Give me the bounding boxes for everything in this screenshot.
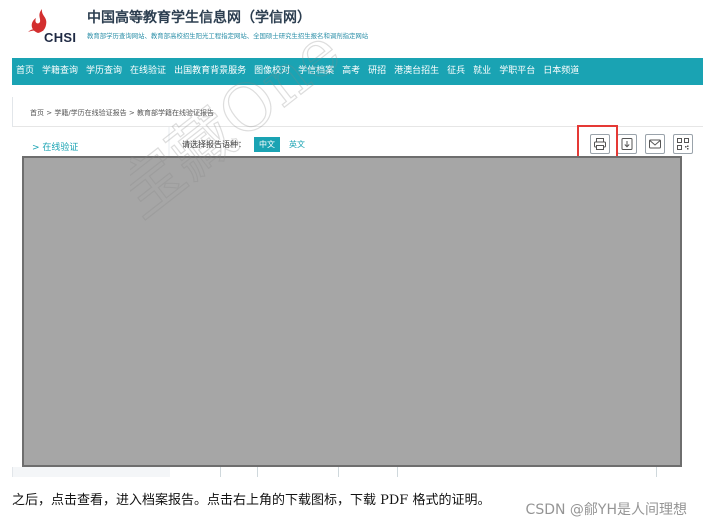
nav-item-hmt-admission[interactable]: 港澳台招生 [390,58,443,85]
site-title: 中国高等教育学生信息网（学信网） [87,10,311,26]
nav-item-home[interactable]: 首页 [12,58,38,85]
nav-item-degree-query[interactable]: 学历查询 [82,58,126,85]
lang-english-button[interactable]: 英文 [284,137,310,152]
site-subtitle: 教育部学历查询网站、教育部高校招生阳光工程指定网站、全国硕士研究生招生报名和调剂… [87,32,369,40]
download-icon [621,138,633,150]
nav-item-japan-channel[interactable]: 日本频道 [539,58,583,85]
nav-item-enrollment-query[interactable]: 学籍查询 [38,58,82,85]
qrcode-button[interactable] [673,134,693,154]
lang-chinese-button[interactable]: 中文 [254,137,280,152]
qrcode-icon [677,138,689,150]
nav-item-online-verify[interactable]: 在线验证 [126,58,170,85]
nav-item-career-platform[interactable]: 学职平台 [495,58,539,85]
breadcrumb-bar: 首页 > 学籍/学历在线验证报告 > 教育部学籍在线验证报告 [13,97,703,127]
download-button[interactable] [617,134,637,154]
csdn-credit: CSDN @鄃YH是人间理想 [525,502,687,518]
sidebar-item-online-verify[interactable]: > 在线验证 [32,140,78,153]
nav-item-archive[interactable]: 学信档案 [294,58,338,85]
print-button[interactable] [590,134,610,154]
nav-item-employment[interactable]: 就业 [469,58,495,85]
language-selector: 请选择报告语种： 中文 英文 [182,137,314,152]
mail-icon [649,139,661,149]
top-nav: 首页 学籍查询 学历查询 在线验证 出国教育背景服务 图像校对 学信档案 高考 … [12,58,703,85]
chsi-logo[interactable]: CHSI [16,8,78,46]
nav-item-image-check[interactable]: 图像校对 [250,58,294,85]
language-label: 请选择报告语种： [182,140,246,149]
nav-item-grad-admission[interactable]: 研招 [364,58,390,85]
nav-item-gaokao[interactable]: 高考 [338,58,364,85]
printer-icon [594,138,606,150]
email-button[interactable] [645,134,665,154]
report-preview-area [22,156,682,467]
caption-text: 之后，点击查看，进入档案报告。点击右上角的下载图标，下载 PDF 格式的证明。 [12,493,491,508]
logo-text: CHSI [44,30,77,45]
site-header: CHSI 中国高等教育学生信息网（学信网） 教育部学历查询网站、教育部高校招生阳… [0,0,703,56]
breadcrumb[interactable]: 首页 > 学籍/学历在线验证报告 > 教育部学籍在线验证报告 [30,108,214,118]
nav-item-conscription[interactable]: 征兵 [443,58,469,85]
nav-item-study-abroad[interactable]: 出国教育背景服务 [170,58,250,85]
